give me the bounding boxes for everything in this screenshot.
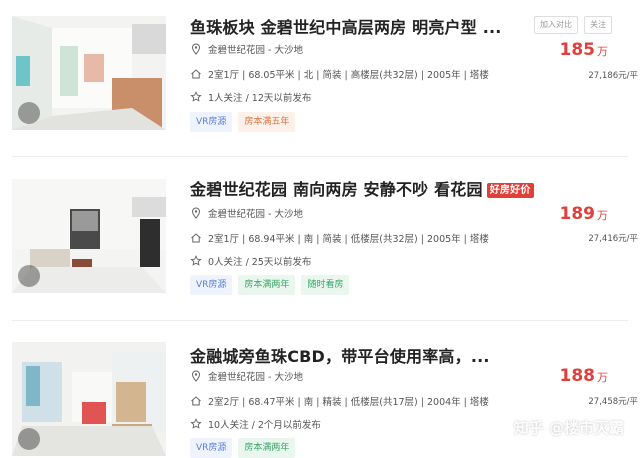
follow-info: 10人关注 / 2个月以前发布 <box>208 420 321 431</box>
divider <box>12 156 628 157</box>
listing-title[interactable]: 鱼珠板块 金碧世纪中高层两房 明亮户型 ... <box>190 14 502 38</box>
location-pin-icon <box>191 43 201 55</box>
house-info-line: 2室2厅 | 68.47平米 | 南 | 精装 | 低楼层(共17层) | 20… <box>190 394 489 408</box>
follow-button[interactable]: 关注 <box>584 16 612 34</box>
listing-title[interactable]: 金碧世纪花园 南向两房 安静不吵 看花园 好房好价 <box>190 176 534 200</box>
house-details: 2室2厅 | 68.47平米 | 南 | 精装 | 低楼层(共17层) | 20… <box>208 397 489 408</box>
community-line: 金碧世纪花园 - 大沙地 <box>190 206 303 220</box>
price-value: 185 <box>559 40 596 60</box>
vr-icon <box>18 102 40 124</box>
tag-vr: VR房源 <box>190 438 233 458</box>
good-price-badge: 好房好价 <box>486 183 534 198</box>
community-link[interactable]: 金碧世纪花园 - 大沙地 <box>208 206 303 220</box>
tag-anytime-viewing: 随时看房 <box>301 275 350 295</box>
house-icon <box>191 233 201 243</box>
unit-price: 27,416元/平 <box>588 234 638 244</box>
listing-photo[interactable] <box>12 179 166 293</box>
listing-title-text: 金碧世纪花园 南向两房 安静不吵 看花园 <box>190 180 483 199</box>
house-icon <box>191 69 201 79</box>
vr-icon <box>18 265 40 287</box>
tag-vr: VR房源 <box>190 275 233 295</box>
vr-icon <box>18 428 40 450</box>
listing-title[interactable]: 金融城旁鱼珠CBD，带平台使用率高，... <box>190 343 490 367</box>
unit-price: 27,186元/平 <box>588 71 638 81</box>
divider <box>12 320 628 321</box>
community-line: 金碧世纪花园 - 大沙地 <box>190 42 303 56</box>
follow-info-line: 10人关注 / 2个月以前发布 <box>190 417 321 431</box>
price-value: 188 <box>559 366 596 386</box>
location-pin-icon <box>191 207 201 219</box>
tag-two-years: 房本满两年 <box>238 275 296 295</box>
price-unit: 万 <box>597 209 608 222</box>
total-price: 188 万 <box>560 366 609 386</box>
total-price: 185 万 <box>560 40 609 60</box>
follow-info: 1人关注 / 12天以前发布 <box>208 93 312 104</box>
house-details: 2室1厅 | 68.05平米 | 北 | 简装 | 高楼层(共32层) | 20… <box>208 70 489 81</box>
tag-list: VR房源 房本满五年 <box>190 112 296 132</box>
community-link[interactable]: 金碧世纪花园 - 大沙地 <box>208 369 303 383</box>
house-info-line: 2室1厅 | 68.05平米 | 北 | 简装 | 高楼层(共32层) | 20… <box>190 67 489 81</box>
house-icon <box>191 396 201 406</box>
follow-info: 0人关注 / 25天以前发布 <box>208 257 312 268</box>
star-icon <box>190 255 202 266</box>
listing-card[interactable]: 金碧世纪花园 南向两房 安静不吵 看花园 好房好价 金碧世纪花园 - 大沙地 2室… <box>0 160 640 320</box>
tag-vr: VR房源 <box>190 112 233 132</box>
listing-photo[interactable] <box>12 342 166 456</box>
community-line: 金碧世纪花园 - 大沙地 <box>190 369 303 383</box>
watermark-text: 知乎 @楼市灭霸 <box>513 419 624 437</box>
price-unit: 万 <box>597 45 608 58</box>
price-unit: 万 <box>597 371 608 384</box>
community-link[interactable]: 金碧世纪花园 - 大沙地 <box>208 42 303 56</box>
tag-five-years: 房本满五年 <box>238 112 296 132</box>
location-pin-icon <box>191 370 201 382</box>
price-value: 189 <box>559 204 596 224</box>
total-price: 189 万 <box>560 204 609 224</box>
listing-photo[interactable] <box>12 16 166 130</box>
star-icon <box>190 418 202 429</box>
unit-price: 27,458元/平 <box>588 397 638 407</box>
add-to-compare-button[interactable]: 加入对比 <box>534 16 578 34</box>
follow-info-line: 1人关注 / 12天以前发布 <box>190 90 311 104</box>
star-icon <box>190 91 202 102</box>
follow-info-line: 0人关注 / 25天以前发布 <box>190 254 311 268</box>
tag-list: VR房源 房本满两年 随时看房 <box>190 275 350 295</box>
tag-list: VR房源 房本满两年 <box>190 438 296 458</box>
tag-two-years: 房本满两年 <box>238 438 296 458</box>
listing-title-text: 金融城旁鱼珠CBD，带平台使用率高，... <box>190 347 490 366</box>
house-details: 2室1厅 | 68.94平米 | 南 | 简装 | 低楼层(共32层) | 20… <box>208 234 489 245</box>
listing-title-text: 鱼珠板块 金碧世纪中高层两房 明亮户型 ... <box>190 18 502 37</box>
house-info-line: 2室1厅 | 68.94平米 | 南 | 简装 | 低楼层(共32层) | 20… <box>190 231 489 245</box>
listing-card[interactable]: 鱼珠板块 金碧世纪中高层两房 明亮户型 ... 加入对比 关注 金碧世纪花园 -… <box>0 0 640 160</box>
watermark: 知乎 @楼市灭霸 <box>514 417 624 438</box>
